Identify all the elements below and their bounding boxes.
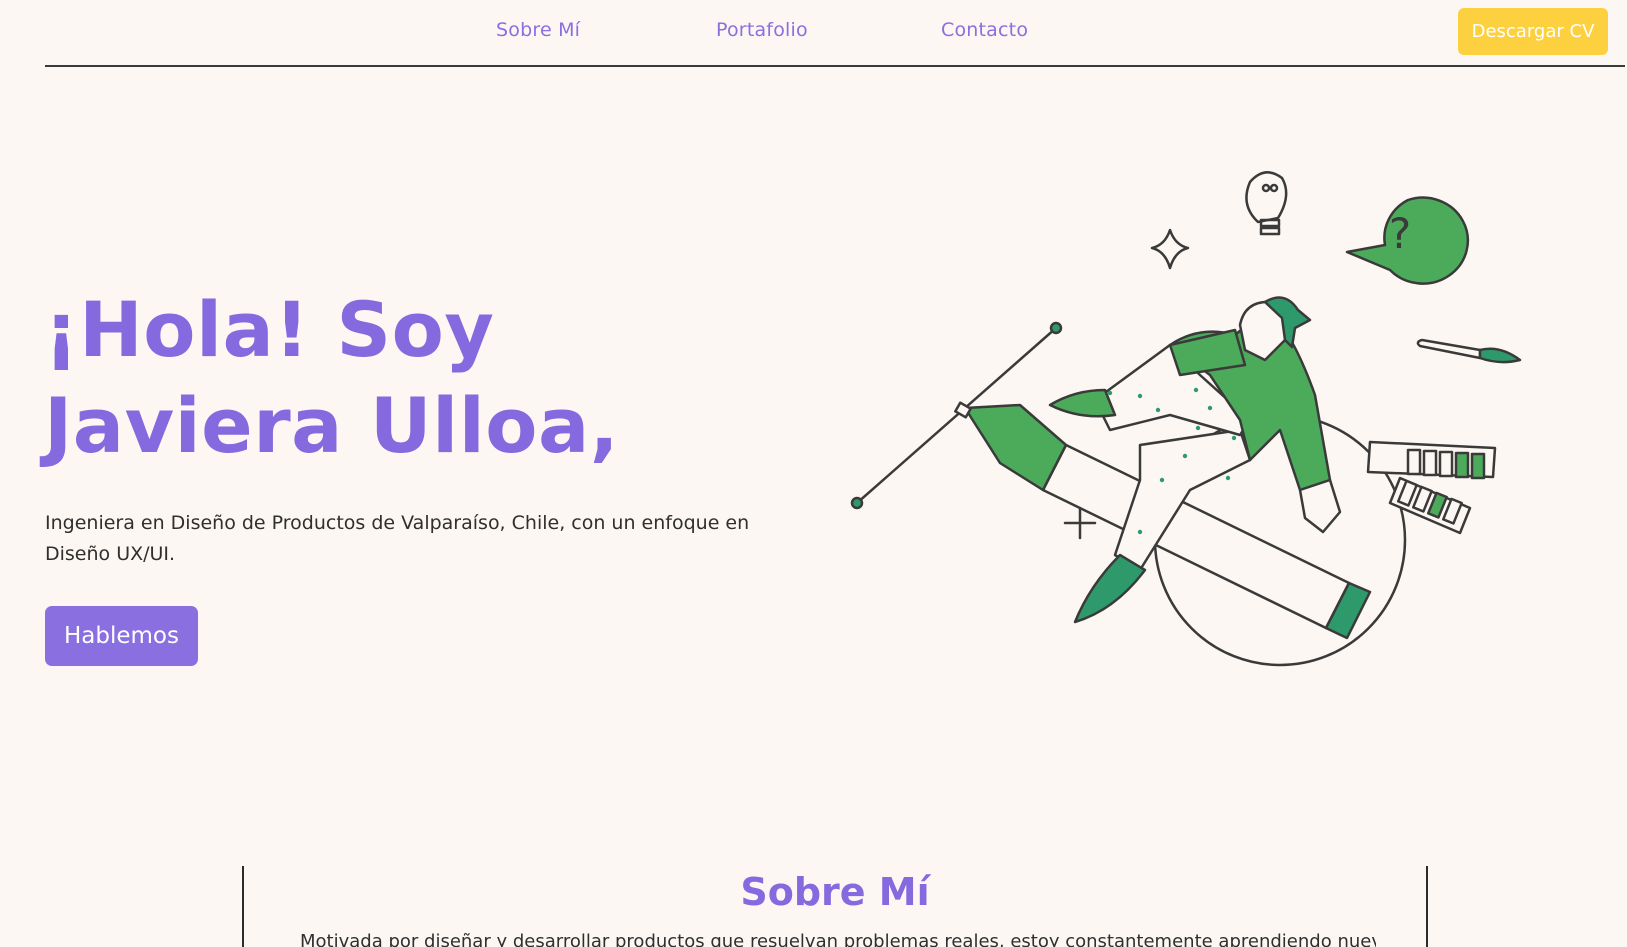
nav-link-portafolio[interactable]: Portafolio (716, 19, 808, 41)
swatch-5 (1470, 452, 1486, 480)
nav-link-sobre-mi[interactable]: Sobre Mí (496, 19, 580, 41)
hablemos-button[interactable]: Hablemos (45, 606, 198, 666)
swatch-1 (1406, 448, 1422, 476)
nav-link-contacto[interactable]: Contacto (941, 19, 1028, 41)
lightbulb-icon (1245, 171, 1288, 236)
bezier-handle-end (850, 496, 864, 510)
hero-subtitle: Ingeniera en Diseño de Productos de Valp… (45, 512, 750, 565)
question-bubble-icon: ? (1345, 196, 1470, 285)
question-mark: ? (1389, 209, 1411, 258)
paintbrush-icon (1416, 338, 1522, 364)
bezier-handle-start (1049, 321, 1063, 335)
sparkle-icon (1150, 228, 1190, 270)
about-text: Motivada por diseñar y desarrollar produ… (300, 931, 1376, 947)
designer-riding-pen-illustration: ? (850, 171, 1522, 667)
swatch-2 (1422, 449, 1438, 477)
top-navigation: Sobre Mí Portafolio Contacto Descargar C… (45, 0, 1625, 67)
about-section: Sobre Mí Motivada por diseñar y desarrol… (242, 866, 1428, 947)
hero-title: ¡Hola! Soy Javiera Ulloa, (44, 285, 620, 470)
download-cv-button[interactable]: Descargar CV (1458, 8, 1608, 55)
shoe-front (1073, 553, 1147, 624)
pen-nib (963, 403, 1068, 492)
shoe-back (1048, 388, 1117, 418)
about-title: Sobre Mí (740, 870, 930, 914)
swatch-4 (1454, 451, 1470, 479)
swatch-3 (1438, 450, 1454, 478)
